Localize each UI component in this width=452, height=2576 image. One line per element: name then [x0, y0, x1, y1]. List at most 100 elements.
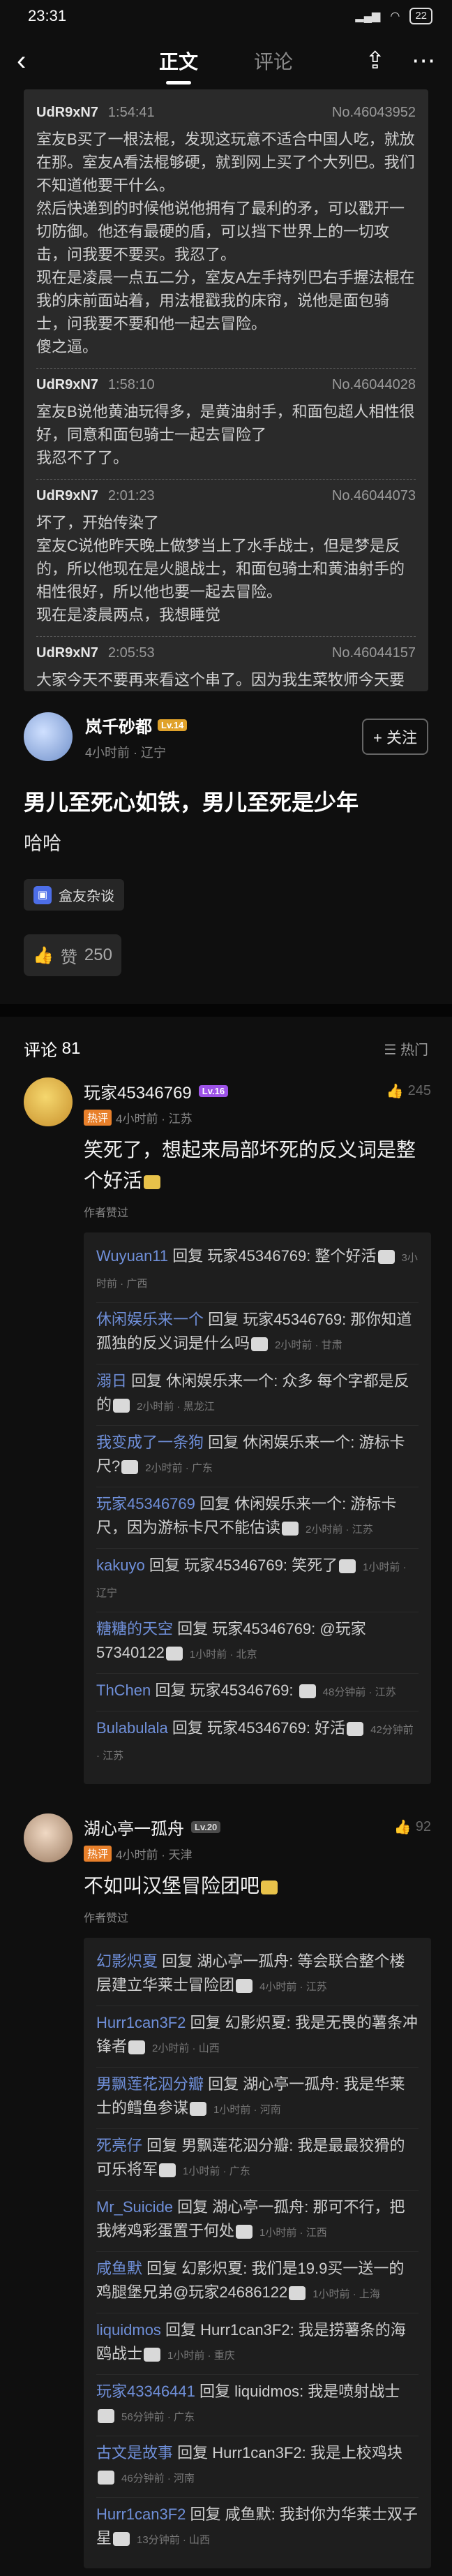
reply-item[interactable]: kakuyo 回复 玩家45346769: 笑死了 1小时前 · 辽宁	[96, 1549, 419, 1612]
emoji-icon	[113, 2532, 130, 2547]
reply-item[interactable]: 糖糖的天空 回复 玩家45346769: @玩家57340122 1小时前 · 北…	[96, 1612, 419, 1674]
reply-user[interactable]: 咸鱼默	[96, 2260, 142, 2277]
avatar[interactable]	[24, 1077, 73, 1126]
share-icon[interactable]: ⇪	[366, 47, 386, 75]
reply-user[interactable]: 休闲娱乐来一个	[96, 1311, 204, 1328]
reply-item[interactable]: 幻影炽夏 回复 湖心亭一孤舟: 等会联合整个楼层建立华莱士冒险团 4小时前 · 江…	[96, 1945, 419, 2006]
reply-item[interactable]: 古文是故事 回复 Hurr1can3F2: 我是上校鸡块46分钟前 · 河南	[96, 2436, 419, 2498]
post-body: 哈哈	[24, 833, 61, 854]
follow-button[interactable]: + 关注	[362, 719, 428, 755]
reply-target[interactable]: 男飘莲花泅分瓣	[181, 2137, 289, 2154]
reply-target[interactable]: 休闲娱乐来一个	[166, 1372, 273, 1390]
reply-item[interactable]: 玩家45346769 回复 休闲娱乐来一个: 游标卡尺，因为游标卡尺不能估读 2小…	[96, 1487, 419, 1549]
reply-user[interactable]: Hurr1can3F2	[96, 2505, 186, 2523]
emoji-icon	[98, 2471, 114, 2485]
reply-item[interactable]: 男飘莲花泅分瓣 回复 湖心亭一孤舟: 我是华莱士的鳕鱼参谋 1小时前 · 河南	[96, 2068, 419, 2129]
reply-item[interactable]: 玩家43346441 回复 liquidmos: 我是喷射战士56分钟前 · 广…	[96, 2375, 419, 2436]
reply-target[interactable]: 幻影炽夏	[225, 2014, 287, 2031]
reply-user[interactable]: 玩家43346441	[96, 2383, 195, 2400]
author-name[interactable]: 岚千砂都	[85, 713, 152, 737]
reply-target[interactable]: 湖心亭一孤舟	[197, 1952, 289, 1970]
reply-user[interactable]: 糖糖的天空	[96, 1620, 173, 1637]
comment-header: 湖心亭一孤舟 Lv.20 👍 92	[84, 1815, 431, 1839]
reply-item[interactable]: Bulabulala 回复 玩家45346769: 好活 42分钟前 · 江苏	[96, 1712, 419, 1774]
comment-body: 玩家45346769 Lv.16 👍 245 热评 4小时前 · 江苏 笑死了，想起来局部坏…	[84, 1077, 431, 1784]
reply-item[interactable]: 休闲娱乐来一个 回复 玩家45346769: 那你知道孤独的反义词是什么吗 2小时…	[96, 1303, 419, 1364]
reply-meta: 56分钟前 · 广东	[121, 2411, 195, 2423]
quoted-thread: UdR9xN7 1:54:41 No.46043952 室友B买了一根法棍，发现这玩…	[24, 89, 428, 691]
tab-comments[interactable]: 评论	[254, 47, 293, 75]
reply-user[interactable]: Mr_Suicide	[96, 2198, 173, 2216]
reply-target[interactable]: Hurr1can3F2	[200, 2321, 289, 2339]
reply-target[interactable]: 幻影炽夏	[181, 2260, 243, 2277]
more-icon[interactable]: ⋯	[412, 47, 435, 75]
comment-like-button[interactable]: 👍 245	[386, 1082, 431, 1100]
reply-item[interactable]: ThChen 回复 玩家45346769: 48分钟前 · 江苏	[96, 1674, 419, 1712]
emoji-icon	[289, 2286, 306, 2301]
emoji-icon	[251, 1337, 269, 1352]
battery-icon: 22	[409, 8, 432, 24]
back-icon[interactable]: ‹	[17, 45, 52, 77]
reply-user[interactable]: 男飘莲花泅分瓣	[96, 2075, 204, 2093]
reply-target[interactable]: 玩家45346769	[190, 1681, 289, 1699]
reply-target[interactable]: 玩家45346769	[212, 1620, 311, 1637]
comment-item: 湖心亭一孤舟 Lv.20 👍 92 热评 4小时前 · 天津 不如叫汉堡冒险团吧 作者赞过 幻影…	[0, 1813, 452, 2568]
reply-user[interactable]: 幻影炽夏	[96, 1952, 158, 1970]
reply-user[interactable]: 玩家45346769	[96, 1495, 195, 1513]
reply-item[interactable]: liquidmos 回复 Hurr1can3F2: 我是捞薯条的海鸥战士 1小时前…	[96, 2313, 419, 2375]
reply-user[interactable]: Wuyuan11	[96, 1247, 168, 1265]
reply-user[interactable]: 我变成了一条狗	[96, 1434, 204, 1451]
reply-target[interactable]: 玩家45346769	[207, 1719, 306, 1737]
topic-tag[interactable]: ▣ 盒友杂谈	[24, 879, 124, 911]
top-nav: ‹ 正文 评论 ⇪ ⋯	[0, 32, 452, 89]
like-label: 赞	[60, 948, 77, 967]
reply-item[interactable]: 我变成了一条狗 回复 休闲娱乐来一个: 游标卡尺? 2小时前 · 广东	[96, 1426, 419, 1487]
reply-user[interactable]: Hurr1can3F2	[96, 2014, 186, 2031]
reply-user[interactable]: Bulabulala	[96, 1719, 168, 1737]
like-button[interactable]: 👍 赞 250	[24, 934, 121, 976]
reply-meta: 1小时前 · 北京	[189, 1649, 257, 1661]
emoji-icon	[128, 2040, 146, 2055]
reply-target[interactable]: 咸鱼默	[225, 2505, 271, 2523]
reply-target[interactable]: 玩家45346769	[184, 1556, 283, 1574]
reply-item[interactable]: 溺日 回复 休闲娱乐来一个: 众多 每个字都是反的 2小时前 · 黑龙江	[96, 1364, 419, 1426]
avatar[interactable]	[24, 1813, 73, 1862]
reply-target[interactable]: 休闲娱乐来一个	[243, 1434, 350, 1451]
comment-list: 玩家45346769 Lv.16 👍 245 热评 4小时前 · 江苏 笑死了，想起来局部坏…	[0, 1077, 452, 2568]
level-badge: Lv.16	[198, 1085, 229, 1097]
reply-text: 好活	[315, 1719, 346, 1737]
topic-tag-label: 盒友杂谈	[59, 889, 114, 904]
reply-user[interactable]: ThChen	[96, 1681, 151, 1699]
reply-target[interactable]: 休闲娱乐来一个	[234, 1495, 342, 1513]
reply-user[interactable]: 古文是故事	[96, 2444, 173, 2461]
reply-target[interactable]: 玩家45346769	[243, 1311, 342, 1328]
emoji-icon	[121, 1460, 139, 1475]
reply-target[interactable]: 玩家45346769	[207, 1247, 306, 1265]
reply-item[interactable]: Mr_Suicide 回复 湖心亭一孤舟: 那可不行，把我烤鸡彩蛋置于何处 1小时…	[96, 2191, 419, 2252]
reply-meta: 13分钟前 · 山西	[137, 2534, 211, 2546]
avatar[interactable]	[24, 712, 73, 761]
reply-target[interactable]: Hurr1can3F2	[212, 2444, 301, 2461]
reply-item[interactable]: 死亮仔 回复 男飘莲花泅分瓣: 我是最最狡猾的可乐将军 1小时前 · 广东	[96, 2129, 419, 2191]
comment-author[interactable]: 湖心亭一孤舟	[84, 1815, 184, 1839]
reply-target[interactable]: 湖心亭一孤舟	[243, 2075, 335, 2093]
sort-hot-button[interactable]: ☰ 热门	[384, 1038, 429, 1059]
reply-target[interactable]: liquidmos	[234, 2383, 299, 2400]
reply-user[interactable]: 溺日	[96, 1372, 127, 1390]
tab-main[interactable]: 正文	[159, 47, 198, 75]
reply-item[interactable]: Wuyuan11 回复 玩家45346769: 整个好活 3小时前 · 广西	[96, 1239, 419, 1303]
comment-row: 玩家45346769 Lv.16 👍 245 热评 4小时前 · 江苏 笑死了，想起来局部坏…	[24, 1077, 431, 1784]
comment-like-button[interactable]: 👍 92	[394, 1818, 431, 1836]
reply-user[interactable]: liquidmos	[96, 2321, 161, 2339]
reply-item[interactable]: 咸鱼默 回复 幻影炽夏: 我们是19.9买一送一的鸡腿堡兄弟@玩家2468612…	[96, 2252, 419, 2313]
comment-author[interactable]: 玩家45346769	[84, 1079, 192, 1103]
like-count: 250	[84, 945, 112, 964]
reply-item[interactable]: Hurr1can3F2 回复 幻影炽夏: 我是无畏的薯条冲锋者 2小时前 · 山西	[96, 2006, 419, 2068]
reply-user[interactable]: 死亮仔	[96, 2137, 142, 2154]
reply-item[interactable]: Hurr1can3F2 回复 咸鱼默: 我封你为华莱士双子星 13分钟前 · 山西	[96, 2498, 419, 2559]
reply-user[interactable]: kakuyo	[96, 1556, 145, 1574]
quote-text: 室友B买了一根法棍，发现这玩意不适合中国人吃，就放在那。室友A看法棍够硬，就到网…	[36, 131, 415, 355]
comments-label: 评论	[24, 1041, 57, 1060]
comment-body: 湖心亭一孤舟 Lv.20 👍 92 热评 4小时前 · 天津 不如叫汉堡冒险团吧 作者赞过 幻影…	[84, 1813, 431, 2568]
reply-target[interactable]: 湖心亭一孤舟	[212, 2198, 304, 2216]
